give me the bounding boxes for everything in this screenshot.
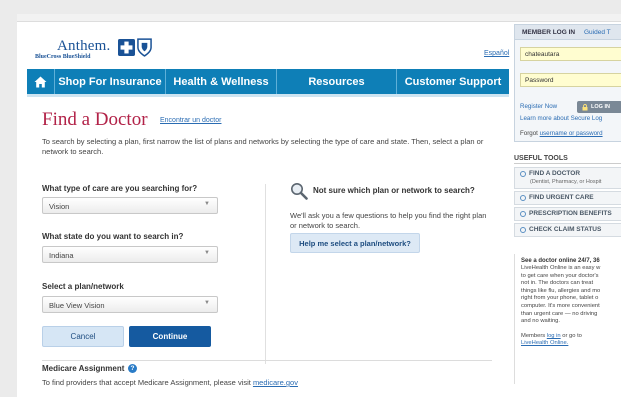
useful-tools-title: USEFUL TOOLS (514, 155, 568, 162)
espanol-link[interactable]: Español (484, 50, 509, 57)
intro-text: To search by selecting a plan, first nar… (42, 137, 484, 156)
medicare-title: Medicare Assignment (42, 364, 125, 373)
state-label: What state do you want to search in? (42, 232, 184, 241)
help-question-icon[interactable]: ? (128, 364, 137, 373)
help-select-plan-button[interactable]: Help me select a plan/network? (290, 233, 420, 253)
page-title: Find a Doctor (42, 109, 148, 130)
medicare-text: To find providers that accept Medicare A… (42, 378, 298, 387)
chevron-down-icon: ▼ (204, 201, 210, 207)
care-type-value: Vision (49, 202, 70, 211)
plan-select[interactable]: Blue View Vision ▼ (42, 296, 218, 313)
anthem-logo[interactable]: Anthem. BlueCross BlueShield (35, 38, 155, 62)
brand-subtitle: BlueCross BlueShield (35, 54, 91, 60)
livehealth-promo: See a doctor online 24/7, 36 LiveHealth … (514, 254, 621, 384)
tool-label: PRESCRIPTION BENEFITS (529, 210, 612, 217)
care-type-select[interactable]: Vision ▼ (42, 197, 218, 214)
blue-shield-icon (137, 38, 152, 57)
promo-line: than urgent care — no driving (521, 310, 598, 317)
state-value: Indiana (49, 251, 74, 260)
medicare-gov-link[interactable]: medicare.gov (253, 378, 298, 387)
login-button[interactable]: LOG IN (577, 101, 621, 113)
promo-body: LiveHealth Online is an easy w to get ca… (521, 265, 621, 326)
brand-name: Anthem. (57, 38, 111, 54)
tool-find-a-doctor[interactable]: FIND A DOCTOR (Dentist, Pharmacy, or Hos… (514, 167, 621, 189)
forgot-text: Forgot (520, 130, 540, 137)
plan-label: Select a plan/network (42, 282, 124, 291)
nav-shop-for-insurance[interactable]: Shop For Insurance (55, 69, 166, 94)
login-button-label: LOG IN (591, 104, 610, 110)
promo-line: computer. It's more convenient (521, 302, 600, 309)
promo-footer: Members log in or go to LiveHealth Onlin… (521, 333, 621, 348)
forgot-username-password-link[interactable]: username or password (540, 130, 603, 137)
nav-customer-support[interactable]: Customer Support (397, 69, 509, 94)
livehealth-online-link[interactable]: LiveHealth Online. (521, 340, 621, 348)
not-sure-heading: Not sure which plan or network to search… (313, 186, 475, 195)
promo-line: and no waiting. (521, 318, 560, 325)
forgot-credentials: Forgot username or password (520, 130, 603, 137)
member-login-title: MEMBER LOG IN (522, 29, 576, 36)
state-select[interactable]: Indiana ▼ (42, 246, 218, 263)
home-icon (34, 76, 47, 87)
tool-find-urgent-care[interactable]: FIND URGENT CARE (514, 191, 621, 205)
guided-tour-link[interactable]: Guided T (584, 29, 611, 36)
promo-line: to get care when your doctor's (521, 272, 599, 279)
promo-footer-line: Members log in or go to (521, 333, 621, 341)
help-text: We'll ask you a few questions to help yo… (290, 211, 487, 230)
useful-tools-rule (514, 163, 621, 164)
lock-icon (582, 103, 588, 110)
promo-line: LiveHealth Online is an easy w (521, 265, 601, 271)
nav-health-wellness[interactable]: Health & Wellness (166, 69, 277, 94)
cancel-button[interactable]: Cancel (42, 326, 124, 347)
nav-home[interactable] (27, 69, 55, 94)
circle-arrow-icon (520, 171, 526, 177)
circle-arrow-icon (520, 195, 526, 201)
promo-login-link[interactable]: log in (547, 333, 561, 339)
main-nav: Shop For Insurance Health & Wellness Res… (27, 69, 509, 94)
member-login-header: MEMBER LOG IN Guided T (515, 25, 621, 40)
username-field[interactable]: chateautara (520, 47, 621, 61)
plan-value: Blue View Vision (49, 301, 105, 310)
nav-separator (27, 94, 509, 97)
password-field[interactable]: Password (520, 73, 621, 87)
promo-line: right from your phone, tablet o (521, 295, 599, 302)
chevron-down-icon: ▼ (204, 300, 210, 306)
medicare-text-body: To find providers that accept Medicare A… (42, 378, 253, 387)
circle-arrow-icon (520, 227, 526, 233)
column-divider (265, 184, 266, 364)
encontrar-doctor-link[interactable]: Encontrar un doctor (160, 117, 221, 124)
chevron-down-icon: ▼ (204, 250, 210, 256)
nav-resources[interactable]: Resources (277, 69, 397, 94)
promo-line: things like flu, allergies and mo (521, 287, 601, 294)
tool-label: FIND URGENT CARE (529, 194, 594, 201)
section-divider (42, 360, 492, 361)
tool-label: FIND A DOCTOR (529, 170, 581, 177)
tool-check-claim-status[interactable]: CHECK CLAIM STATUS (514, 223, 621, 237)
tool-prescription-benefits[interactable]: PRESCRIPTION BENEFITS (514, 207, 621, 221)
promo-foot-text-2: or go to (560, 332, 582, 339)
promo-line: not in. The doctors can treat (521, 280, 594, 287)
blue-cross-icon (118, 39, 135, 56)
register-now-link[interactable]: Register Now (520, 103, 557, 110)
continue-button[interactable]: Continue (129, 326, 211, 347)
top-band (17, 14, 621, 22)
promo-foot-text: Members (521, 332, 547, 339)
page: Anthem. BlueCross BlueShield Español Sho… (17, 14, 621, 397)
promo-title: See a doctor online 24/7, 36 (521, 258, 600, 264)
member-login-panel: MEMBER LOG IN Guided T chateautara Passw… (514, 24, 621, 142)
tool-sublabel: (Dentist, Pharmacy, or Hospit (530, 179, 602, 185)
tool-label: CHECK CLAIM STATUS (529, 226, 602, 233)
magnifier-icon (291, 183, 308, 200)
circle-arrow-icon (520, 211, 526, 217)
care-type-label: What type of care are you searching for? (42, 184, 198, 193)
learn-secure-login-link[interactable]: Learn more about Secure Log (520, 115, 602, 122)
